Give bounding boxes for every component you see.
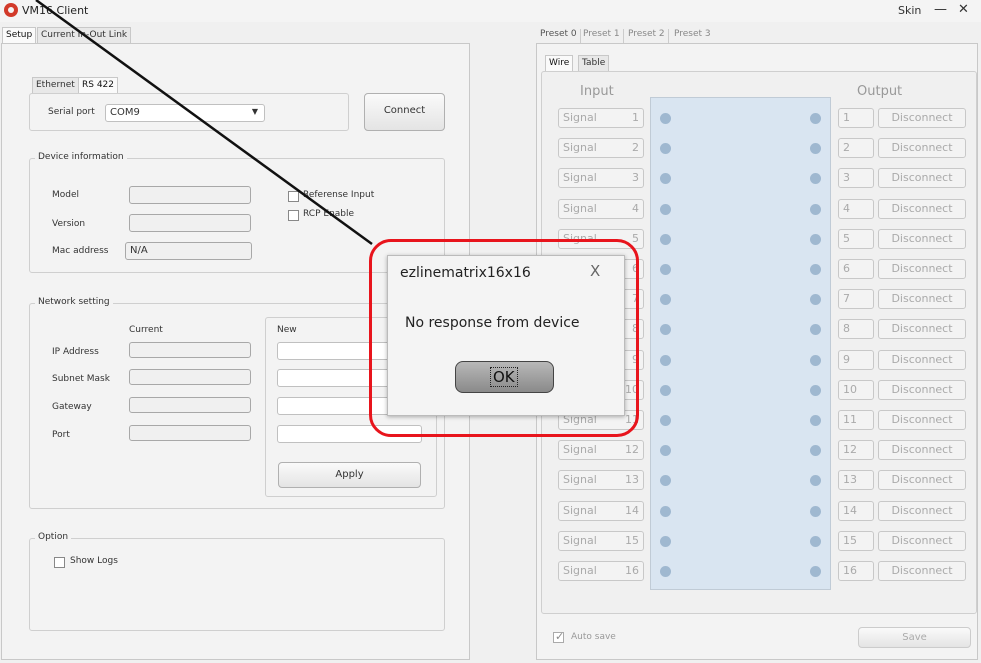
highlight-outline [369,239,639,437]
annotation-arrow-line [35,0,373,246]
